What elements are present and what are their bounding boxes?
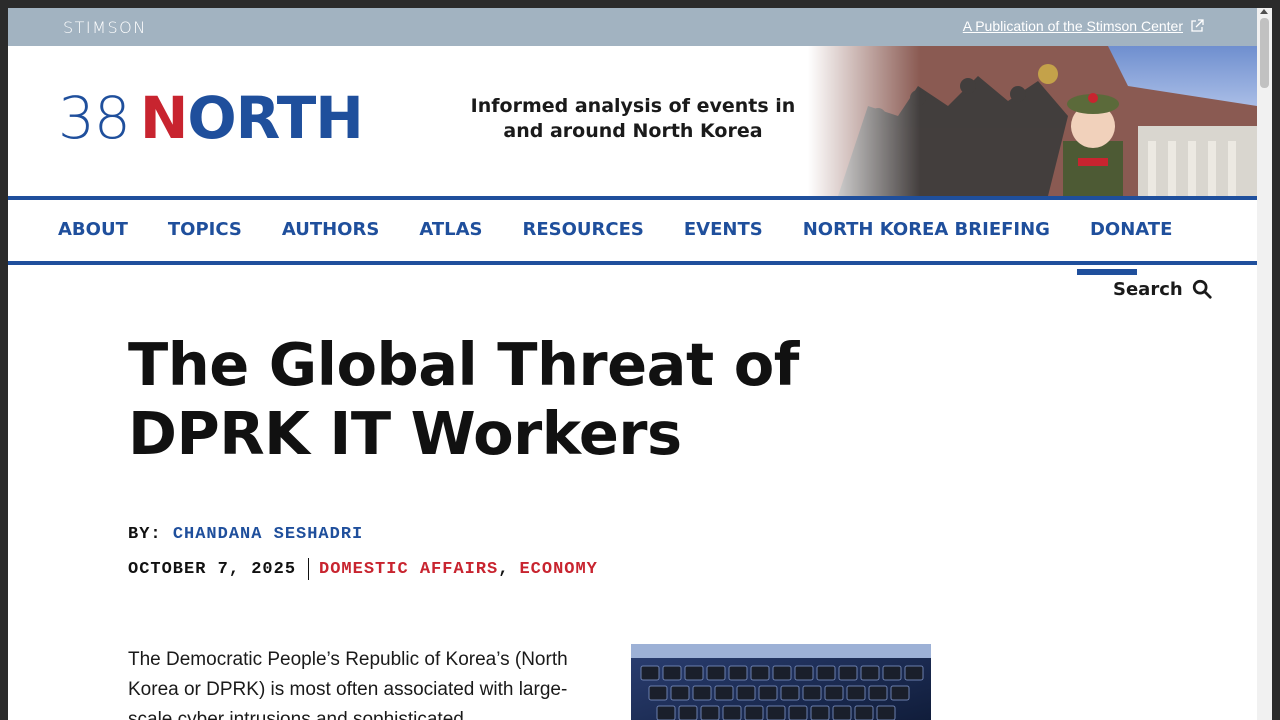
search-icon[interactable] bbox=[1191, 278, 1213, 300]
nav-list: ABOUT TOPICS AUTHORS ATLAS RESOURCES EVE… bbox=[58, 219, 1212, 240]
meta-divider bbox=[308, 558, 310, 580]
article-byline: BY: CHANDANA SESHADRI bbox=[128, 525, 363, 544]
site-header: 38 NORTH Informed analysis of events in … bbox=[8, 46, 1257, 196]
nav-item-resources[interactable]: RESOURCES bbox=[523, 219, 644, 240]
scrollbar-thumb[interactable] bbox=[1260, 18, 1269, 88]
vertical-scrollbar[interactable] bbox=[1257, 8, 1272, 720]
logo-word-rest: ORTH bbox=[187, 84, 363, 152]
site-tagline: Informed analysis of events in and aroun… bbox=[470, 95, 796, 142]
nav-item-donate[interactable]: DONATE bbox=[1090, 219, 1172, 240]
nav-item-atlas[interactable]: ATLAS bbox=[419, 219, 482, 240]
browser-viewport: STIMSON A Publication of the Stimson Cen… bbox=[8, 8, 1257, 720]
scroll-up-arrow-icon[interactable] bbox=[1260, 9, 1268, 14]
article-title: The Global Threat of DPRK IT Workers bbox=[128, 330, 799, 468]
top-bar: STIMSON A Publication of the Stimson Cen… bbox=[8, 8, 1257, 46]
article-laptop-image bbox=[631, 644, 931, 720]
header-hero-image bbox=[808, 46, 1257, 196]
publication-link-text[interactable]: A Publication of the Stimson Center bbox=[963, 18, 1183, 34]
stimson-publication-link[interactable]: A Publication of the Stimson Center bbox=[963, 18, 1205, 34]
stimson-logo[interactable]: STIMSON bbox=[63, 18, 147, 37]
byline-label: BY: bbox=[128, 525, 162, 544]
main-navigation: ABOUT TOPICS AUTHORS ATLAS RESOURCES EVE… bbox=[8, 196, 1257, 265]
author-link[interactable]: CHANDANA SESHADRI bbox=[173, 525, 363, 544]
38-north-logo[interactable]: 38 NORTH bbox=[58, 84, 364, 152]
category-link-domestic-affairs[interactable]: DOMESTIC AFFAIRS bbox=[319, 560, 498, 579]
logo-number: 38 bbox=[58, 84, 131, 152]
nav-item-authors[interactable]: AUTHORS bbox=[282, 219, 379, 240]
nav-item-events[interactable]: EVENTS bbox=[684, 219, 763, 240]
nav-item-north-korea-briefing[interactable]: NORTH KOREA BRIEFING bbox=[803, 219, 1050, 240]
logo-word: NORTH bbox=[140, 88, 364, 148]
search-label[interactable]: Search bbox=[1113, 279, 1183, 300]
nav-item-about[interactable]: ABOUT bbox=[58, 219, 128, 240]
category-separator: , bbox=[498, 559, 510, 579]
category-link-economy[interactable]: ECONOMY bbox=[519, 560, 597, 579]
external-link-icon bbox=[1191, 19, 1204, 32]
article-meta: OCTOBER 7, 2025 DOMESTIC AFFAIRS , ECONO… bbox=[128, 558, 598, 580]
nav-item-topics[interactable]: TOPICS bbox=[168, 219, 242, 240]
search-button[interactable]: Search bbox=[1113, 278, 1213, 300]
logo-letter-n: N bbox=[139, 84, 189, 152]
article-body-paragraph: The Democratic People’s Republic of Kore… bbox=[128, 649, 568, 720]
search-tab-indicator bbox=[1077, 269, 1137, 275]
publish-date: OCTOBER 7, 2025 bbox=[128, 559, 297, 579]
